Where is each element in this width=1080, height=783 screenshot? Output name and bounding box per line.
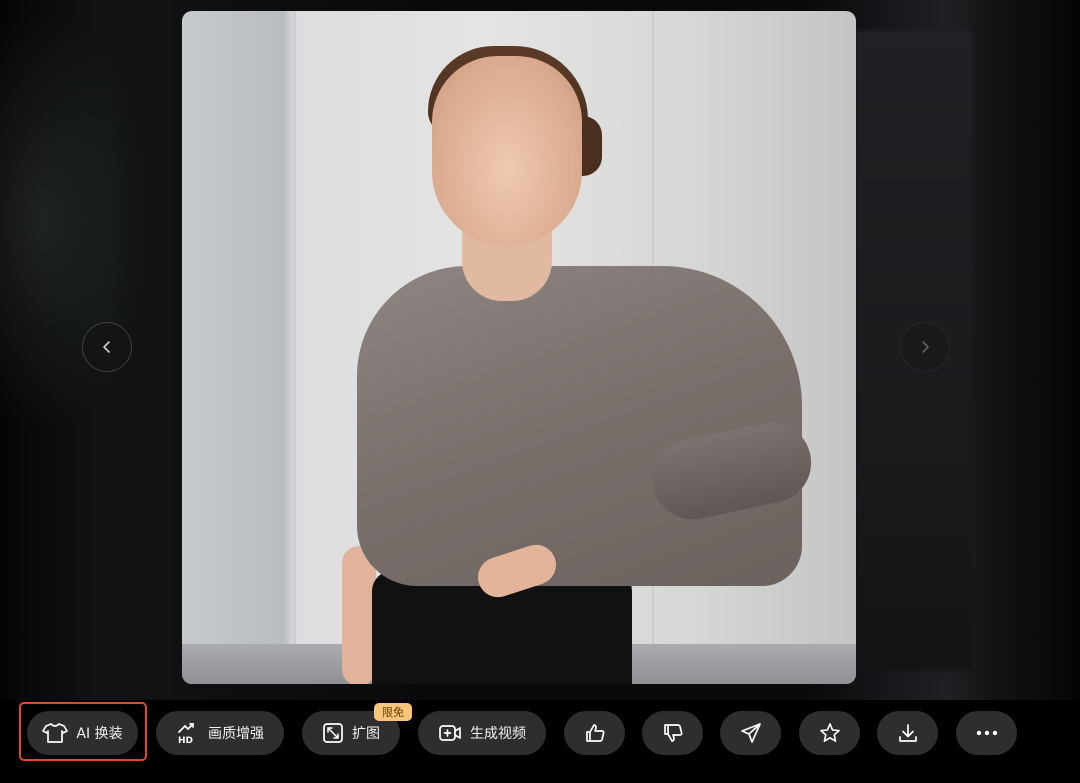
share-button[interactable] xyxy=(720,711,781,755)
hd-upscale-icon: HD xyxy=(178,723,194,744)
shirt-icon xyxy=(42,723,69,743)
expand-image-label: 扩图 xyxy=(352,726,380,742)
star-icon xyxy=(819,723,840,742)
more-horizontal-icon xyxy=(976,730,997,736)
free-badge: 限免 xyxy=(374,703,412,721)
previous-image-button[interactable] xyxy=(82,322,132,372)
enhance-quality-label: 画质增强 xyxy=(208,726,264,742)
chevron-left-icon xyxy=(103,341,110,353)
thumbs-down-icon xyxy=(663,724,682,742)
generated-image xyxy=(182,11,856,684)
chevron-right-icon xyxy=(922,341,929,353)
next-image-button[interactable] xyxy=(900,322,950,372)
video-plus-icon xyxy=(439,725,461,741)
ai-outfit-button[interactable]: AI 换装 xyxy=(27,711,138,755)
expand-image-icon xyxy=(323,723,343,743)
generate-video-label: 生成视频 xyxy=(470,726,526,742)
thumbs-up-icon xyxy=(585,724,604,742)
generate-video-button[interactable]: 生成视频 xyxy=(418,711,546,755)
send-icon xyxy=(740,723,761,743)
like-button[interactable] xyxy=(564,711,625,755)
download-button[interactable] xyxy=(877,711,938,755)
svg-text:HD: HD xyxy=(178,736,193,744)
more-button[interactable] xyxy=(956,711,1017,755)
favorite-button[interactable] xyxy=(799,711,860,755)
dislike-button[interactable] xyxy=(642,711,703,755)
ai-outfit-label: AI 换装 xyxy=(76,726,123,742)
enhance-quality-button[interactable]: HD 画质增强 xyxy=(156,711,284,755)
download-icon xyxy=(898,724,917,742)
